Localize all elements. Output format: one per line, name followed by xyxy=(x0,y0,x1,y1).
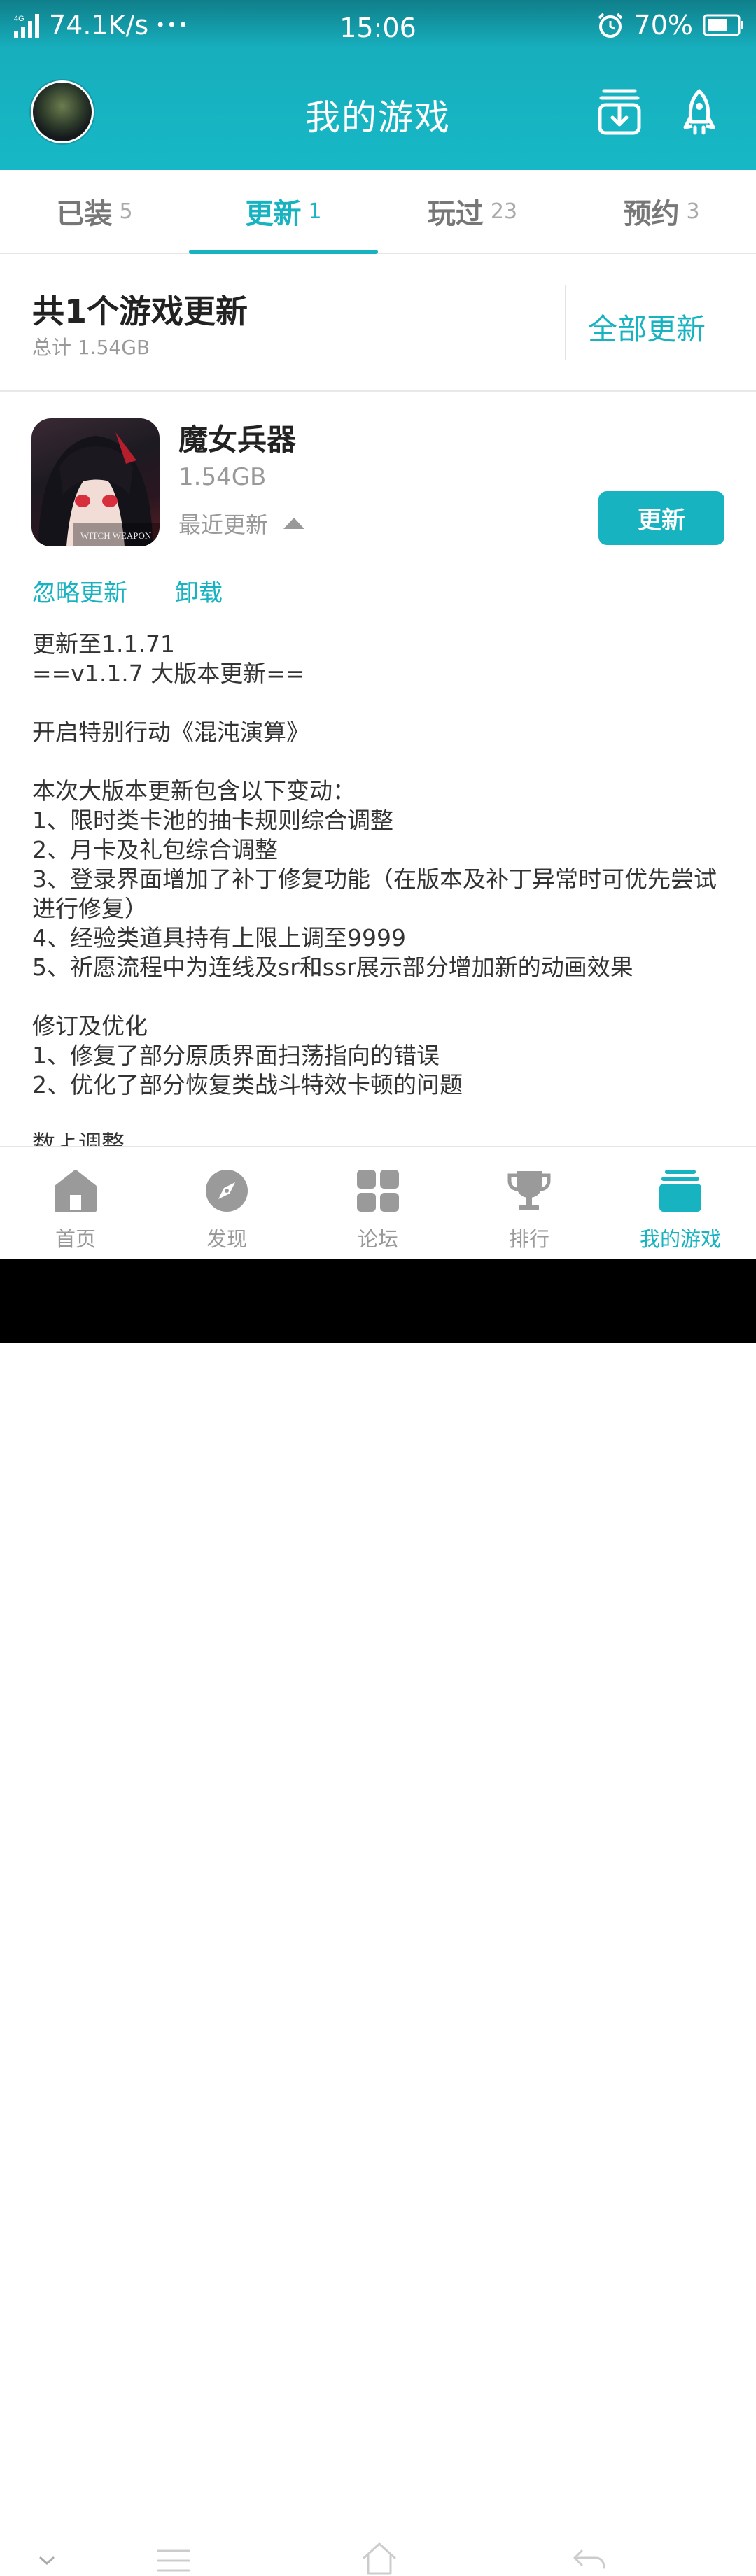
home-button-icon[interactable] xyxy=(361,2541,398,2576)
rocket-icon[interactable] xyxy=(682,88,716,137)
note-line: 3、登录界面增加了补丁修复功能（在版本及补丁异常时可优先尝试进行修复） xyxy=(32,865,717,922)
divider xyxy=(565,285,566,360)
download-box-icon[interactable] xyxy=(597,85,642,136)
note-line: 修订及优化 xyxy=(32,1012,148,1040)
nav-label: 论坛 xyxy=(357,1227,398,1251)
note-line: ==v1.1.7 大版本更新== xyxy=(32,660,305,687)
nav-home[interactable]: 首页 xyxy=(0,1147,151,1259)
tab-bar: 已装 5 更新 1 玩过 23 预约 3 xyxy=(0,170,756,254)
nav-label: 发现 xyxy=(206,1227,247,1251)
note-line xyxy=(32,688,725,718)
tab-count: 5 xyxy=(119,199,133,224)
tab-installed[interactable]: 已装 5 xyxy=(0,170,189,253)
header: 4G 74.1K/s ••• 15:06 70% 我的游戏 xyxy=(0,0,756,170)
chevron-down-icon[interactable] xyxy=(36,2554,57,2568)
home-icon xyxy=(55,1170,97,1212)
uninstall-link[interactable]: 卸载 xyxy=(175,574,223,608)
grid-icon xyxy=(357,1170,399,1212)
menu-icon[interactable] xyxy=(155,2547,192,2575)
note-line xyxy=(32,982,725,1012)
game-icon[interactable]: WITCH WEAPON xyxy=(31,418,160,546)
nav-discover[interactable]: 发现 xyxy=(151,1147,302,1259)
tab-updates[interactable]: 更新 1 xyxy=(189,170,378,254)
compass-icon xyxy=(206,1170,248,1212)
tab-count: 23 xyxy=(490,199,518,224)
recent-update-label: 最近更新 xyxy=(178,511,269,538)
chevron-up-icon xyxy=(284,518,305,529)
nav-label: 我的游戏 xyxy=(639,1227,721,1251)
note-line: 4、经验类道具持有上限上调至9999 xyxy=(32,924,406,951)
status-bar: 4G 74.1K/s ••• 15:06 70% xyxy=(0,0,756,56)
note-line: 1、限时类卡池的抽卡规则综合调整 xyxy=(32,807,393,834)
nav-forum[interactable]: 论坛 xyxy=(302,1147,454,1259)
note-line: 本次大版本更新包含以下变动： xyxy=(32,777,356,805)
alarm-icon xyxy=(598,13,622,38)
release-notes: 更新至1.1.71 ==v1.1.7 大版本更新== 开启特别行动《混沌演算》 … xyxy=(32,630,725,1147)
note-line: 开启特别行动《混沌演算》 xyxy=(32,719,309,746)
nav-label: 排行 xyxy=(508,1227,550,1251)
note-line: 更新至1.1.71 xyxy=(32,630,175,658)
tab-label: 玩过 xyxy=(427,198,484,230)
nav-label: 首页 xyxy=(55,1227,96,1251)
nav-ranking[interactable]: 排行 xyxy=(454,1147,605,1259)
summary-title: 共1个游戏更新 xyxy=(32,292,248,330)
update-summary: 共1个游戏更新 总计 1.54GB 全部更新 xyxy=(0,255,756,392)
back-icon[interactable] xyxy=(570,2545,607,2573)
my-games-icon xyxy=(659,1170,701,1212)
note-line xyxy=(32,1100,725,1129)
note-line: 2、优化了部分恢复类战斗特效卡顿的问题 xyxy=(32,1071,463,1098)
tab-label: 预约 xyxy=(623,198,680,230)
game-size: 1.54GB xyxy=(178,463,267,491)
game-name: 魔女兵器 xyxy=(178,423,297,457)
recent-update-toggle[interactable]: 最近更新 xyxy=(178,507,305,539)
note-line xyxy=(32,747,725,777)
summary-total-size: 总计 1.54GB xyxy=(32,336,150,359)
battery-icon xyxy=(703,14,743,36)
tab-count: 3 xyxy=(686,199,700,224)
svg-text:WITCH WEAPON: WITCH WEAPON xyxy=(80,530,152,541)
bottom-nav: 首页 发现 论坛 排行 我的游戏 xyxy=(0,1146,756,1259)
update-all-button[interactable]: 全部更新 xyxy=(588,306,706,348)
update-button[interactable]: 更新 xyxy=(598,491,724,545)
tab-label: 已装 xyxy=(56,198,113,230)
tab-played[interactable]: 玩过 23 xyxy=(378,170,567,253)
system-nav-bar xyxy=(0,1259,756,2575)
battery-percent: 70% xyxy=(634,10,693,41)
tab-reserved[interactable]: 预约 3 xyxy=(567,170,756,253)
page-title: 我的游戏 xyxy=(305,97,451,138)
trophy-icon xyxy=(507,1171,551,1210)
note-line: 数よ调整 xyxy=(32,1130,125,1147)
nav-my-games[interactable]: 我的游戏 xyxy=(605,1147,756,1259)
game-artwork-icon: WITCH WEAPON xyxy=(38,432,160,546)
tab-count: 1 xyxy=(308,199,322,224)
note-line: 1、修复了部分原质界面扫荡指向的错误 xyxy=(32,1042,440,1069)
note-line: 2、月卡及礼包综合调整 xyxy=(32,836,278,863)
note-line: 5、祈愿流程中为连线及sr和ssr展示部分增加新的动画效果 xyxy=(32,954,634,981)
ignore-update-link[interactable]: 忽略更新 xyxy=(32,574,127,608)
tab-label: 更新 xyxy=(245,198,302,230)
